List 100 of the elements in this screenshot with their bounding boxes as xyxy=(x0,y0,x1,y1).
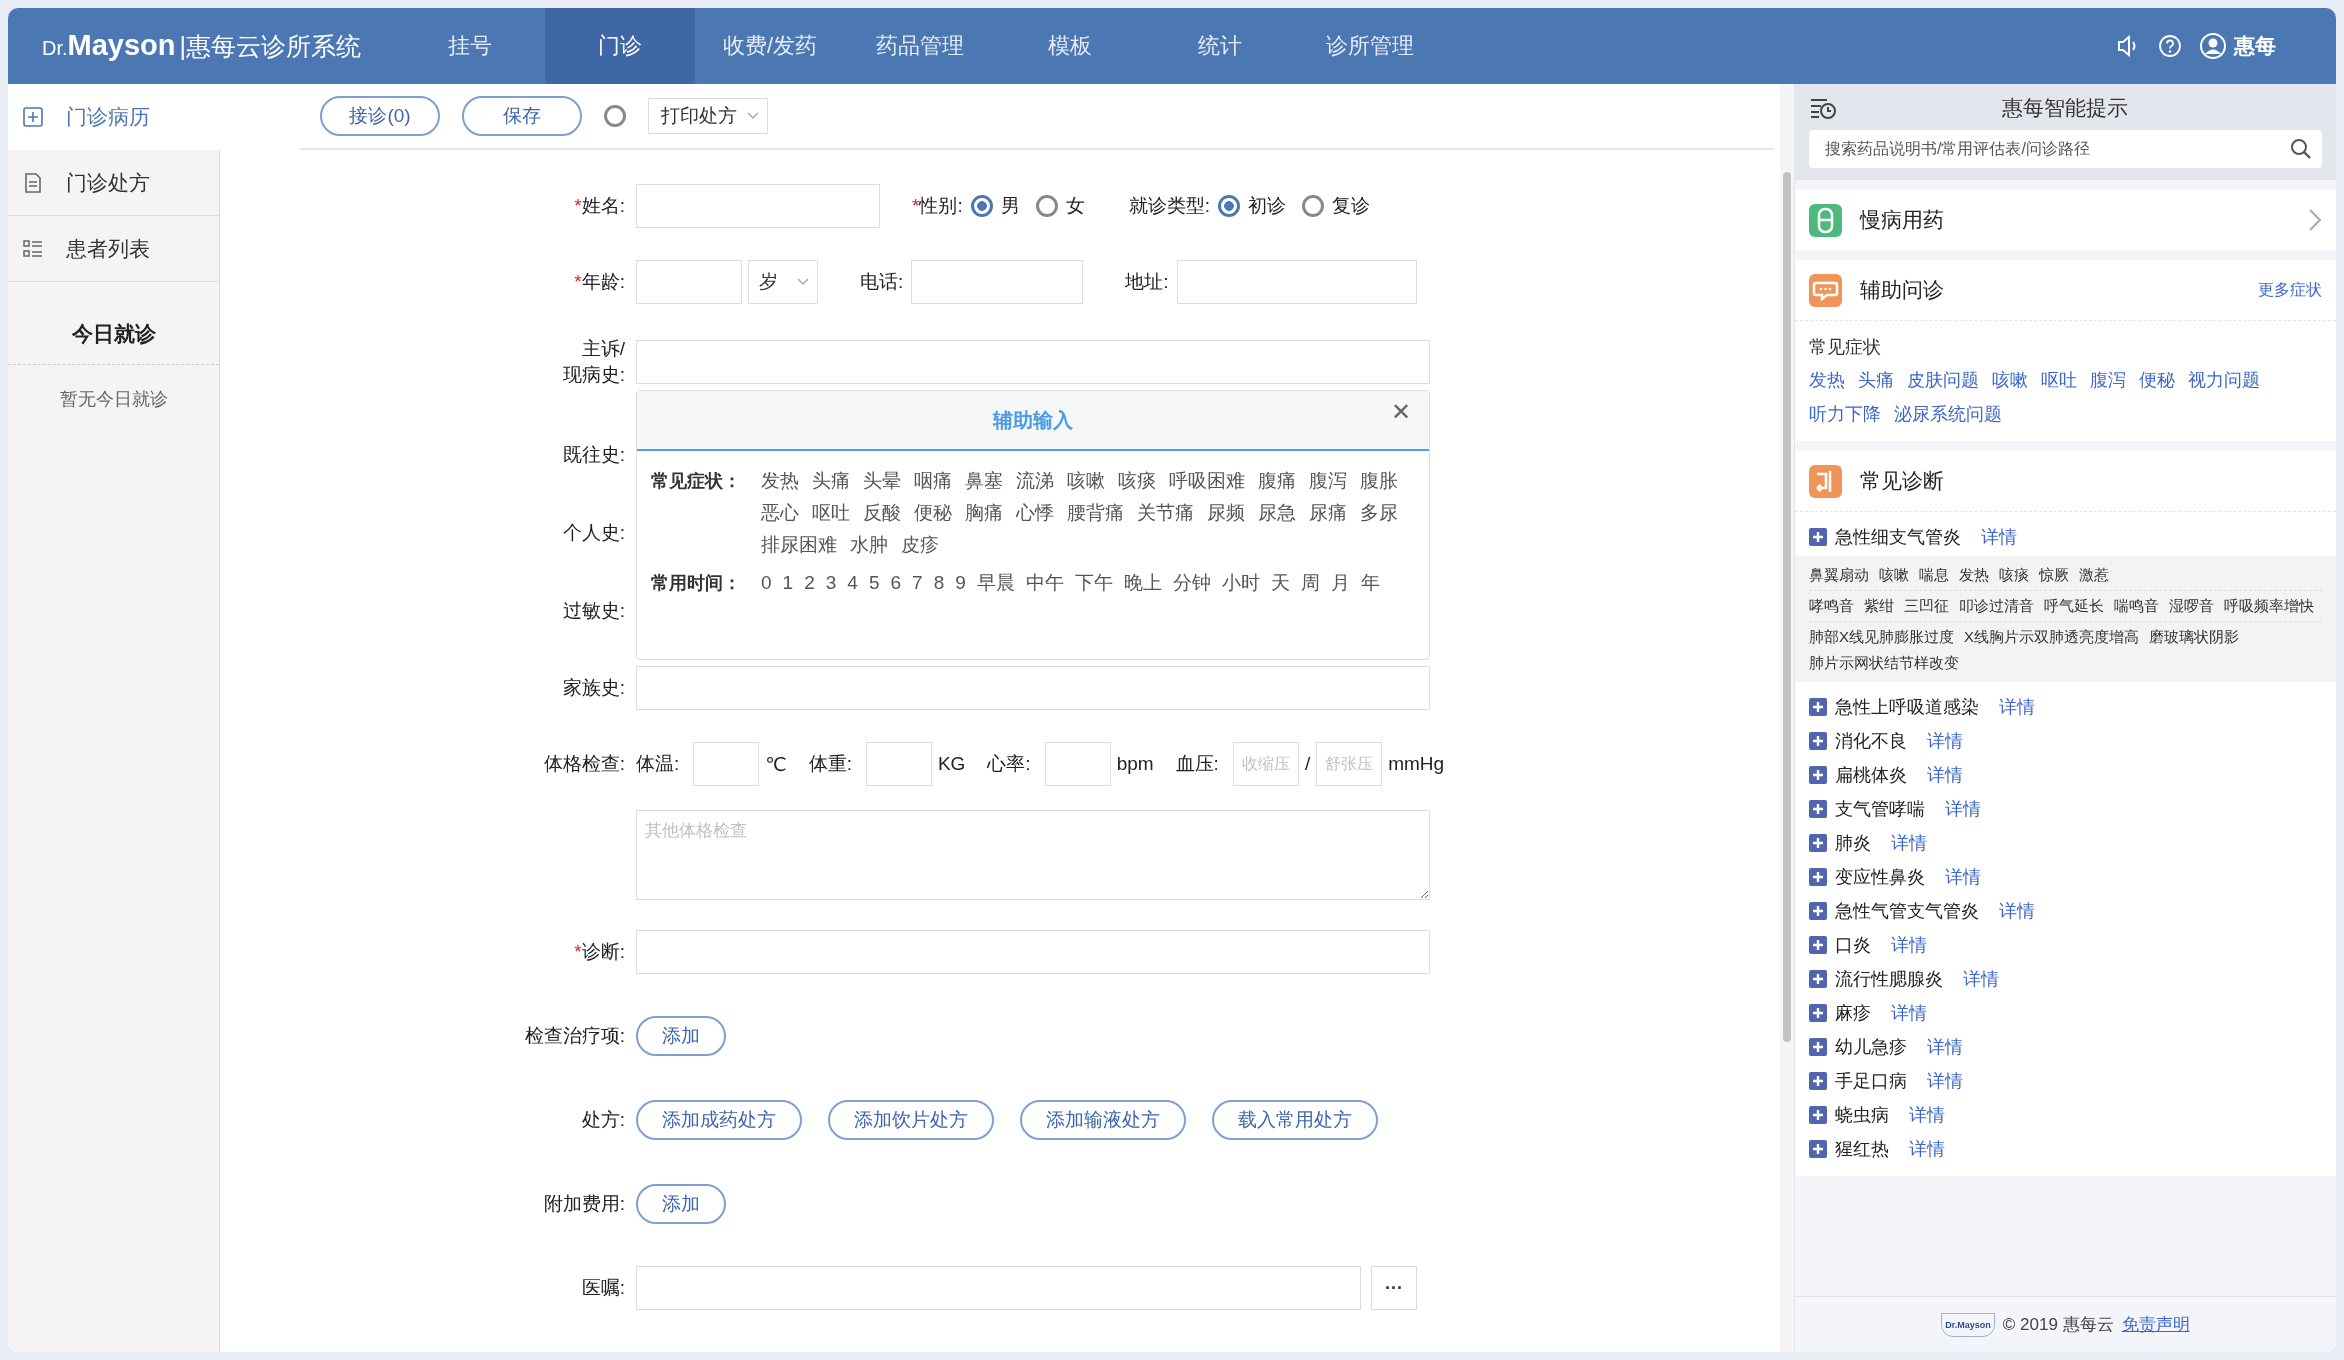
radio-option[interactable]: 初诊 xyxy=(1217,193,1286,219)
plus-square-icon[interactable] xyxy=(1809,1038,1827,1056)
disclaimer-link[interactable]: 免责声明 xyxy=(2121,1313,2190,1336)
suggestion-chip[interactable]: 皮疹 xyxy=(901,529,939,561)
text-area[interactable]: 其他体格检查 xyxy=(636,810,1430,900)
details-link[interactable]: 详情 xyxy=(1999,899,2035,923)
help-icon[interactable] xyxy=(2158,34,2182,58)
suggestion-chip[interactable]: 发热 xyxy=(761,465,799,497)
details-link[interactable]: 详情 xyxy=(1927,763,1963,787)
plus-square-icon[interactable] xyxy=(1809,936,1827,954)
plus-square-icon[interactable] xyxy=(1809,766,1827,784)
nav-tab[interactable]: 药品管理 xyxy=(845,8,995,84)
chevron-right-icon[interactable] xyxy=(2308,208,2322,232)
suggestion-chip[interactable]: 流涕 xyxy=(1016,465,1054,497)
nav-tab[interactable]: 收费/发药 xyxy=(695,8,845,84)
plus-square-icon[interactable] xyxy=(1809,1004,1827,1022)
input-field[interactable] xyxy=(865,742,932,786)
suggestion-chip[interactable]: 早晨 xyxy=(976,567,1015,599)
details-link[interactable]: 详情 xyxy=(1945,797,1981,821)
symptom-link[interactable]: 咳嗽 xyxy=(1992,363,2028,397)
input-field[interactable] xyxy=(911,260,1084,304)
suggestion-chip[interactable]: 腹泻 xyxy=(1309,465,1347,497)
toolbar-button[interactable]: 接诊(0) xyxy=(320,96,440,136)
radio-option[interactable]: 男 xyxy=(970,193,1020,219)
suggestion-chip[interactable]: 下午 xyxy=(1074,567,1113,599)
search-field[interactable]: 搜索药品说明书/常用评估表/问诊路径 xyxy=(1809,130,2322,168)
plus-square-icon[interactable] xyxy=(1809,800,1827,818)
radio-option[interactable]: 复诊 xyxy=(1301,193,1370,219)
details-link[interactable]: 详情 xyxy=(1927,729,1963,753)
suggestion-chip[interactable]: 反酸 xyxy=(863,497,901,529)
suggestion-chip[interactable]: 胸痛 xyxy=(965,497,1003,529)
radio-option[interactable]: 女 xyxy=(1035,193,1085,219)
suggestion-chip[interactable]: 6 xyxy=(890,567,902,599)
suggestion-chip[interactable]: 咽痛 xyxy=(914,465,952,497)
input-field[interactable] xyxy=(1176,260,1417,304)
nav-tab[interactable]: 门诊 xyxy=(545,8,695,84)
plus-square-icon[interactable] xyxy=(1809,970,1827,988)
input-field[interactable] xyxy=(636,184,880,228)
suggestion-chip[interactable]: 周 xyxy=(1300,567,1320,599)
suggestion-chip[interactable]: 腰背痛 xyxy=(1067,497,1124,529)
symptom-link[interactable]: 皮肤问题 xyxy=(1907,363,1979,397)
nav-tab[interactable]: 统计 xyxy=(1145,8,1295,84)
nav-tab[interactable]: 挂号 xyxy=(395,8,545,84)
input-field[interactable]: 收缩压 xyxy=(1232,742,1299,786)
radio-button[interactable] xyxy=(1035,195,1058,217)
symptom-link[interactable]: 腹泻 xyxy=(2090,363,2126,397)
details-link[interactable]: 详情 xyxy=(1999,695,2035,719)
suggestion-chip[interactable]: 0 xyxy=(761,567,772,599)
suggestion-chip[interactable]: 呼吸困难 xyxy=(1169,465,1245,497)
add-button[interactable]: 添加 xyxy=(636,1016,726,1056)
plus-square-icon[interactable] xyxy=(1809,1140,1827,1158)
symptom-link[interactable]: 发热 xyxy=(1809,363,1845,397)
input-field[interactable]: 舒张压 xyxy=(1316,742,1383,786)
input-field[interactable] xyxy=(636,930,1430,974)
symptom-link[interactable]: 头痛 xyxy=(1858,363,1894,397)
suggestion-chip[interactable]: 8 xyxy=(933,567,945,599)
symptom-link[interactable]: 便秘 xyxy=(2139,363,2175,397)
suggestion-chip[interactable]: 咳痰 xyxy=(1118,465,1156,497)
add-button[interactable]: 添加 xyxy=(636,1184,726,1224)
suggestion-chip[interactable]: 7 xyxy=(912,567,923,599)
input-field[interactable] xyxy=(636,1266,1361,1310)
plus-square-icon[interactable] xyxy=(1809,868,1827,886)
plus-square-icon[interactable] xyxy=(1809,1072,1827,1090)
toolbar-button[interactable]: 保存 xyxy=(462,96,582,136)
suggestion-chip[interactable]: 头晕 xyxy=(863,465,901,497)
add-button[interactable]: 添加成药处方 xyxy=(636,1100,802,1140)
suggestion-chip[interactable]: 9 xyxy=(955,567,966,599)
suggestion-chip[interactable]: 尿急 xyxy=(1258,497,1296,529)
details-link[interactable]: 详情 xyxy=(1891,1001,1927,1025)
add-button[interactable]: 添加饮片处方 xyxy=(828,1100,994,1140)
unit-select[interactable]: 岁 xyxy=(748,260,818,304)
more-link[interactable]: 更多症状 xyxy=(2258,279,2322,301)
plus-square-icon[interactable] xyxy=(1809,834,1827,852)
add-button[interactable]: 添加输液处方 xyxy=(1020,1100,1186,1140)
details-link[interactable]: 详情 xyxy=(1927,1069,1963,1093)
suggestion-chip[interactable]: 中午 xyxy=(1025,567,1064,599)
nav-tab[interactable]: 诊所管理 xyxy=(1295,8,1445,84)
radio-button[interactable] xyxy=(970,195,993,217)
suggestion-chip[interactable]: 头痛 xyxy=(812,465,850,497)
user-icon[interactable] xyxy=(2200,33,2226,59)
suggestion-chip[interactable]: 多尿 xyxy=(1360,497,1398,529)
suggestion-chip[interactable]: 鼻塞 xyxy=(965,465,1003,497)
suggestion-chip[interactable]: 月 xyxy=(1330,567,1350,599)
suggestion-chip[interactable]: 5 xyxy=(868,567,880,599)
plus-square-icon[interactable] xyxy=(1809,698,1827,716)
suggestion-chip[interactable]: 晚上 xyxy=(1123,567,1162,599)
details-link[interactable]: 详情 xyxy=(1909,1103,1945,1127)
suggestion-chip[interactable]: 腹胀 xyxy=(1360,465,1398,497)
radio-button[interactable] xyxy=(1217,195,1240,217)
plus-square-icon[interactable] xyxy=(1809,1106,1827,1124)
suggestion-chip[interactable]: 尿频 xyxy=(1207,497,1245,529)
input-field[interactable] xyxy=(1044,742,1111,786)
suggestion-chip[interactable]: 排尿困难 xyxy=(761,529,837,561)
radio-button[interactable] xyxy=(1301,195,1324,217)
suggestion-chip[interactable]: 恶心 xyxy=(761,497,799,529)
close-button[interactable]: ✕ xyxy=(1384,397,1417,427)
input-field[interactable] xyxy=(693,742,760,786)
suggestion-chip[interactable]: 3 xyxy=(825,567,837,599)
plus-square-icon[interactable] xyxy=(1809,732,1827,750)
plus-square-icon[interactable] xyxy=(1809,902,1827,920)
